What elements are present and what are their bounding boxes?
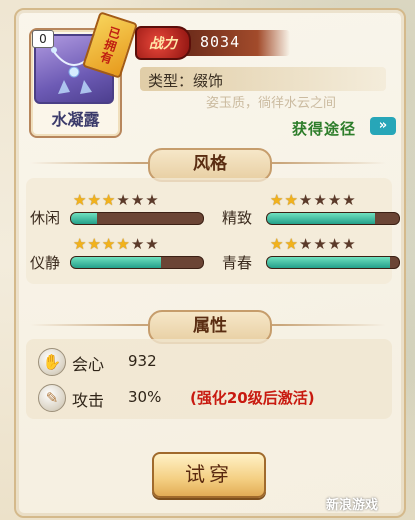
star-empty-icon: ★ — [116, 191, 131, 209]
star-empty-icon: ★ — [130, 235, 146, 253]
try-on-button[interactable]: 试穿 — [152, 452, 266, 498]
stat-label-elegant: 仪静 — [30, 254, 61, 272]
watermark: 新浪游戏 — [326, 498, 379, 513]
attr-activation-note: (强化20级后激活) — [190, 389, 315, 407]
star-filled-icon: ★ — [270, 191, 285, 209]
feather-icon: ✎ — [38, 384, 66, 412]
star-empty-icon: ★ — [298, 235, 314, 253]
star-filled-icon: ★ — [116, 235, 131, 253]
star-filled-icon: ★ — [270, 235, 285, 253]
double-chevron-right-icon[interactable]: » — [370, 117, 396, 135]
stat-bar-elegant — [70, 256, 204, 269]
star-filled-icon: ★ — [284, 235, 299, 253]
star-filled-icon: ★ — [101, 191, 117, 209]
item-type: 类型：缀饰 — [148, 72, 224, 90]
stat-bar-fill — [267, 213, 376, 224]
star-empty-icon: ★ — [342, 235, 357, 253]
item-description: 姿玉质，徜徉水云之间 — [206, 96, 337, 111]
stat-label-youthful: 青春 — [222, 254, 253, 272]
star-empty-icon: ★ — [327, 235, 343, 253]
star-filled-icon: ★ — [87, 235, 102, 253]
star-empty-icon: ★ — [298, 191, 314, 209]
star-rating-exquisite: ★★★★★★ — [270, 192, 357, 208]
power-label: 战力 — [135, 26, 191, 60]
stat-bar-fill — [71, 257, 161, 268]
power-value: 8034 — [200, 33, 241, 51]
item-count-badge: 0 — [32, 30, 54, 48]
stat-bar-fill — [267, 257, 390, 268]
star-empty-icon: ★ — [342, 191, 357, 209]
star-empty-icon: ★ — [313, 235, 328, 253]
star-filled-icon: ★ — [284, 191, 299, 209]
star-filled-icon: ★ — [87, 191, 102, 209]
star-rating-casual: ★★★★★★ — [73, 192, 160, 208]
star-empty-icon: ★ — [313, 191, 328, 209]
star-empty-icon: ★ — [327, 191, 343, 209]
item-name: 水凝露 — [51, 110, 100, 129]
style-section-title: 风格 — [148, 148, 272, 182]
hand-icon: ✋ — [38, 348, 66, 376]
star-filled-icon: ★ — [101, 235, 117, 253]
star-rating-elegant: ★★★★★★ — [73, 236, 160, 252]
star-filled-icon: ★ — [73, 191, 88, 209]
obtain-path-link[interactable]: 获得途径 — [292, 118, 356, 139]
attr-value-attack: 30% — [128, 388, 162, 406]
attr-name-attack: 攻击 — [72, 391, 105, 410]
star-rating-youthful: ★★★★★★ — [270, 236, 357, 252]
star-filled-icon: ★ — [73, 235, 88, 253]
star-empty-icon: ★ — [145, 191, 160, 209]
attr-value-crit: 932 — [128, 352, 157, 370]
stat-label-casual: 休闲 — [30, 209, 61, 227]
star-empty-icon: ★ — [130, 191, 146, 209]
stat-bar-casual — [70, 212, 204, 225]
stat-bar-youthful — [266, 256, 400, 269]
attr-name-crit: 会心 — [72, 355, 105, 374]
stat-bar-fill — [71, 213, 98, 224]
stat-label-exquisite: 精致 — [222, 209, 253, 227]
stat-bar-exquisite — [266, 212, 400, 225]
star-empty-icon: ★ — [145, 235, 160, 253]
